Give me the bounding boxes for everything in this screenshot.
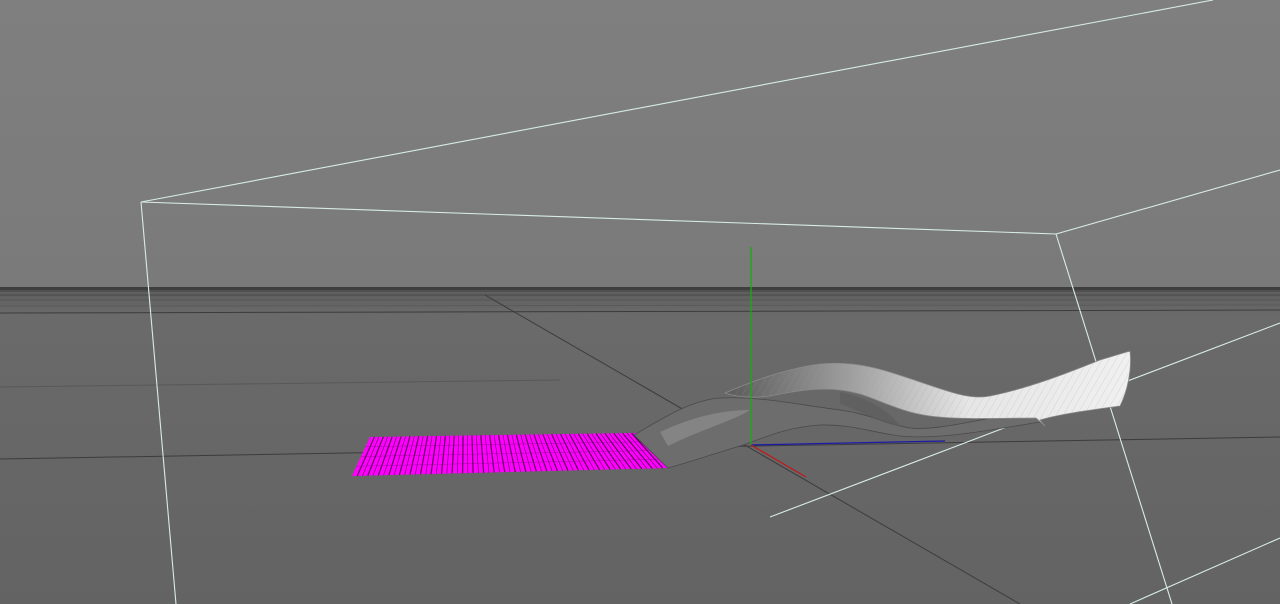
3d-viewport[interactable] bbox=[0, 0, 1280, 604]
viewport-sky bbox=[0, 0, 1280, 290]
